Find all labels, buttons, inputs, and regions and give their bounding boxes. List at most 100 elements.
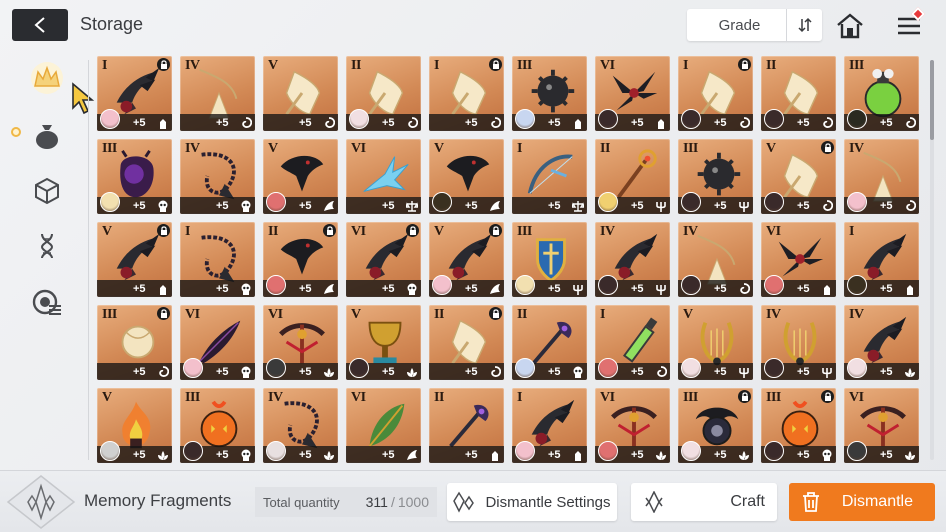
home-button[interactable]: [834, 10, 866, 42]
equipment-item-card[interactable]: III +5: [761, 388, 836, 463]
equipment-item-card[interactable]: II +5: [761, 56, 836, 131]
lotus-icon: [322, 365, 335, 378]
scrollbar-thumb[interactable]: [930, 60, 934, 140]
item-level: +5: [465, 449, 478, 461]
lock-icon[interactable]: [738, 58, 751, 71]
equipment-item-card[interactable]: IV +5: [761, 305, 836, 380]
quantity-max: 1000: [397, 494, 429, 510]
lock-icon[interactable]: [406, 224, 419, 237]
equipment-item-card[interactable]: VI +5: [346, 222, 421, 297]
equipment-item-card[interactable]: III +5: [678, 388, 753, 463]
lock-icon[interactable]: [157, 224, 170, 237]
equipment-item-card[interactable]: III +5: [512, 56, 587, 131]
swirl-icon: [903, 199, 916, 212]
equipment-item-card[interactable]: IV +5: [595, 222, 670, 297]
equipment-item-card[interactable]: I +5: [180, 222, 255, 297]
equipment-item-card[interactable]: III +5: [512, 222, 587, 297]
equipment-item-card[interactable]: I +5: [429, 56, 504, 131]
equipment-item-card[interactable]: III +5: [844, 56, 919, 131]
equipment-item-card[interactable]: II +5: [346, 56, 421, 131]
equipment-item-card[interactable]: III +5: [180, 388, 255, 463]
module-icon: [32, 289, 61, 315]
equipment-item-card[interactable]: VI +5: [844, 388, 919, 463]
equipped-character-avatar: [764, 109, 784, 129]
equipment-item-card[interactable]: IV +5: [678, 222, 753, 297]
craft-button[interactable]: Craft: [631, 483, 777, 521]
equipment-item-card[interactable]: V +5: [346, 305, 421, 380]
equipment-item-card[interactable]: VI +5: [346, 388, 421, 463]
equipment-item-card[interactable]: VI +5: [761, 222, 836, 297]
equipment-item-card[interactable]: IV +5: [263, 388, 338, 463]
dismantle-settings-button[interactable]: Dismantle Settings: [447, 483, 617, 521]
equipment-item-card[interactable]: I +5: [844, 222, 919, 297]
equipped-character-avatar: [515, 109, 535, 129]
selected-tab-marker: [11, 127, 21, 137]
item-grade: I: [683, 58, 688, 73]
equipment-item-card[interactable]: I +5: [512, 139, 587, 214]
item-grade: II: [268, 224, 278, 239]
equipment-item-card[interactable]: I +5: [678, 56, 753, 131]
sidebar-tab-items[interactable]: [26, 115, 68, 157]
equipment-item-card[interactable]: II +5: [429, 388, 504, 463]
equipment-item-card[interactable]: VI +5: [263, 305, 338, 380]
tower-icon: [820, 282, 833, 295]
equipment-item-card[interactable]: I +5: [595, 305, 670, 380]
equipment-item-card[interactable]: IV +5: [180, 139, 255, 214]
equipment-item-card[interactable]: III +5: [97, 139, 172, 214]
item-grade: III: [849, 58, 864, 73]
equipment-item-card[interactable]: V +5: [429, 139, 504, 214]
lock-icon[interactable]: [489, 307, 502, 320]
equipped-character-avatar: [764, 275, 784, 295]
equipment-item-card[interactable]: V +5: [263, 139, 338, 214]
main-menu-button[interactable]: [893, 6, 926, 42]
equipped-character-avatar: [598, 275, 618, 295]
lock-icon[interactable]: [157, 58, 170, 71]
equipment-item-card[interactable]: II +5: [263, 222, 338, 297]
tower-icon: [654, 116, 667, 129]
trident-icon: [654, 282, 667, 295]
sidebar-tab-genes[interactable]: [26, 225, 68, 267]
grid-scrollbar[interactable]: [930, 60, 934, 460]
equipment-item-card[interactable]: V +5: [761, 139, 836, 214]
sidebar-tab-modules[interactable]: [26, 282, 68, 324]
lock-icon[interactable]: [821, 141, 834, 154]
lock-icon[interactable]: [489, 58, 502, 71]
lock-icon[interactable]: [738, 390, 751, 403]
equipment-item-card[interactable]: VI +5: [595, 56, 670, 131]
equipment-item-card[interactable]: V +5: [97, 222, 172, 297]
trash-icon: [803, 492, 819, 512]
lock-icon[interactable]: [157, 307, 170, 320]
lock-icon[interactable]: [323, 224, 336, 237]
equipped-character-avatar: [847, 192, 867, 212]
lock-icon[interactable]: [489, 224, 502, 237]
equipment-item-card[interactable]: VI +5: [180, 305, 255, 380]
equipped-character-avatar: [681, 358, 701, 378]
dismantle-button[interactable]: Dismantle: [789, 483, 935, 521]
equipment-item-card[interactable]: IV +5: [180, 56, 255, 131]
back-button[interactable]: [12, 9, 68, 41]
equipment-item-card[interactable]: VI +5: [346, 139, 421, 214]
equipment-item-card[interactable]: IV +5: [844, 139, 919, 214]
item-grade: IV: [185, 141, 200, 156]
equipment-item-card[interactable]: IV +5: [844, 305, 919, 380]
equipment-item-card[interactable]: III +5: [678, 139, 753, 214]
lock-icon[interactable]: [821, 390, 834, 403]
equipped-character-avatar: [349, 109, 369, 129]
equipment-item-card[interactable]: III +5: [97, 305, 172, 380]
sort-order-toggle[interactable]: [786, 9, 822, 41]
equipment-item-card[interactable]: V +5: [263, 56, 338, 131]
equipment-item-card[interactable]: VI +5: [595, 388, 670, 463]
quantity-current: 311: [365, 494, 388, 510]
equipment-item-card[interactable]: II +5: [595, 139, 670, 214]
equipment-item-card[interactable]: II +5: [429, 305, 504, 380]
equipment-item-card[interactable]: I +5: [97, 56, 172, 131]
sidebar-tab-equipment[interactable]: [26, 57, 68, 99]
lotus-icon: [903, 365, 916, 378]
equipment-item-card[interactable]: V +5: [97, 388, 172, 463]
sidebar-tab-materials[interactable]: [26, 170, 68, 212]
equipment-item-card[interactable]: I +5: [512, 388, 587, 463]
equipment-item-card[interactable]: II +5: [512, 305, 587, 380]
equipment-item-card[interactable]: V +5: [678, 305, 753, 380]
equipment-item-card[interactable]: V +5: [429, 222, 504, 297]
grade-sort-dropdown[interactable]: Grade: [687, 9, 822, 41]
